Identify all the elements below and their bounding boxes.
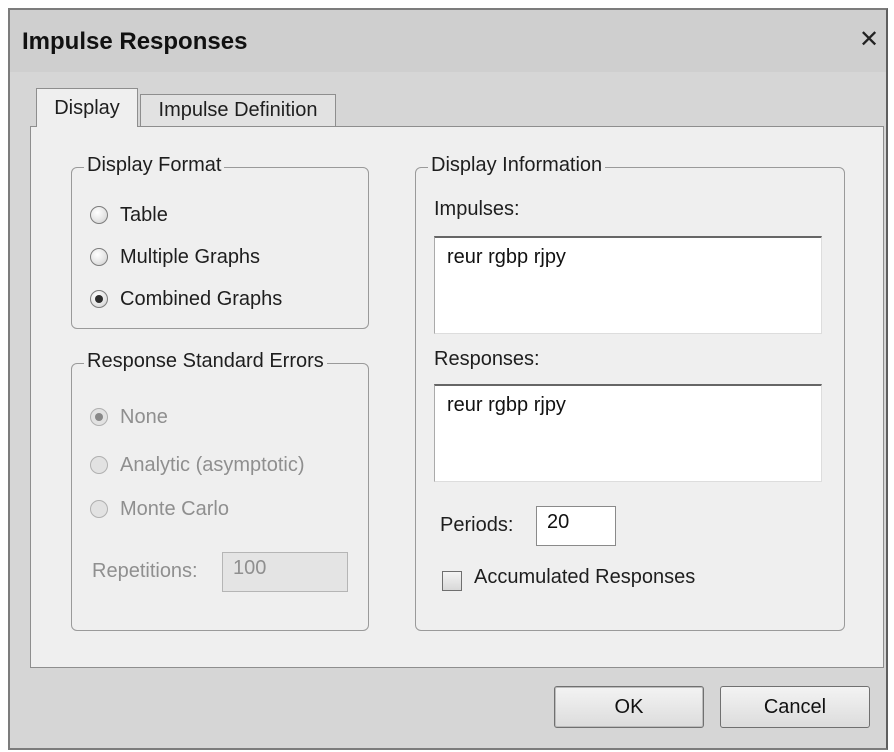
display-information-group: Display Information Impulses: reur rgbp …	[415, 154, 845, 631]
repetitions-label: Repetitions:	[92, 560, 198, 582]
responses-field[interactable]: reur rgbp rjpy	[434, 384, 822, 482]
radio-multiple-graphs-label: Multiple Graphs	[120, 246, 261, 268]
radio-button-icon[interactable]	[90, 500, 108, 518]
impulses-label: Impulses:	[434, 198, 520, 220]
accumulated-responses-checkbox[interactable]	[442, 571, 462, 591]
radio-none-label: None	[120, 406, 168, 428]
radio-button-selected-icon[interactable]	[90, 408, 108, 426]
cancel-button[interactable]: Cancel	[720, 686, 870, 728]
radio-button-icon[interactable]	[90, 206, 108, 224]
radio-button-selected-icon[interactable]	[90, 290, 108, 308]
close-icon[interactable]: ✕	[856, 24, 882, 54]
accumulated-responses-label: Accumulated Responses	[474, 566, 696, 588]
standard-errors-group: Response Standard Errors None Analytic (…	[71, 350, 369, 631]
radio-combined-graphs-label: Combined Graphs	[120, 288, 283, 310]
display-format-legend: Display Format	[84, 154, 225, 177]
impulse-responses-dialog: Impulse Responses ✕ Display Impulse Defi…	[8, 8, 888, 750]
radio-table-label: Table	[120, 204, 168, 226]
title-bar: Impulse Responses ✕	[10, 10, 886, 72]
tab-panel-display: Display Format Table Multiple Graphs Com…	[30, 126, 884, 668]
radio-analytic-label: Analytic (asymptotic)	[120, 454, 305, 476]
repetitions-input[interactable]: 100	[222, 552, 348, 592]
ok-button[interactable]: OK	[554, 686, 704, 728]
display-format-group: Display Format Table Multiple Graphs Com…	[71, 154, 369, 329]
radio-monte-carlo-label: Monte Carlo	[120, 498, 229, 520]
responses-label: Responses:	[434, 348, 540, 370]
radio-button-icon[interactable]	[90, 248, 108, 266]
radio-button-icon[interactable]	[90, 456, 108, 474]
periods-input[interactable]: 20	[536, 506, 616, 546]
window-title: Impulse Responses	[22, 28, 248, 55]
standard-errors-legend: Response Standard Errors	[84, 350, 327, 373]
impulses-field[interactable]: reur rgbp rjpy	[434, 236, 822, 334]
periods-label: Periods:	[440, 514, 514, 536]
display-information-legend: Display Information	[428, 154, 606, 177]
tab-impulse-definition[interactable]: Impulse Definition	[140, 94, 336, 126]
tab-display[interactable]: Display	[36, 88, 138, 127]
